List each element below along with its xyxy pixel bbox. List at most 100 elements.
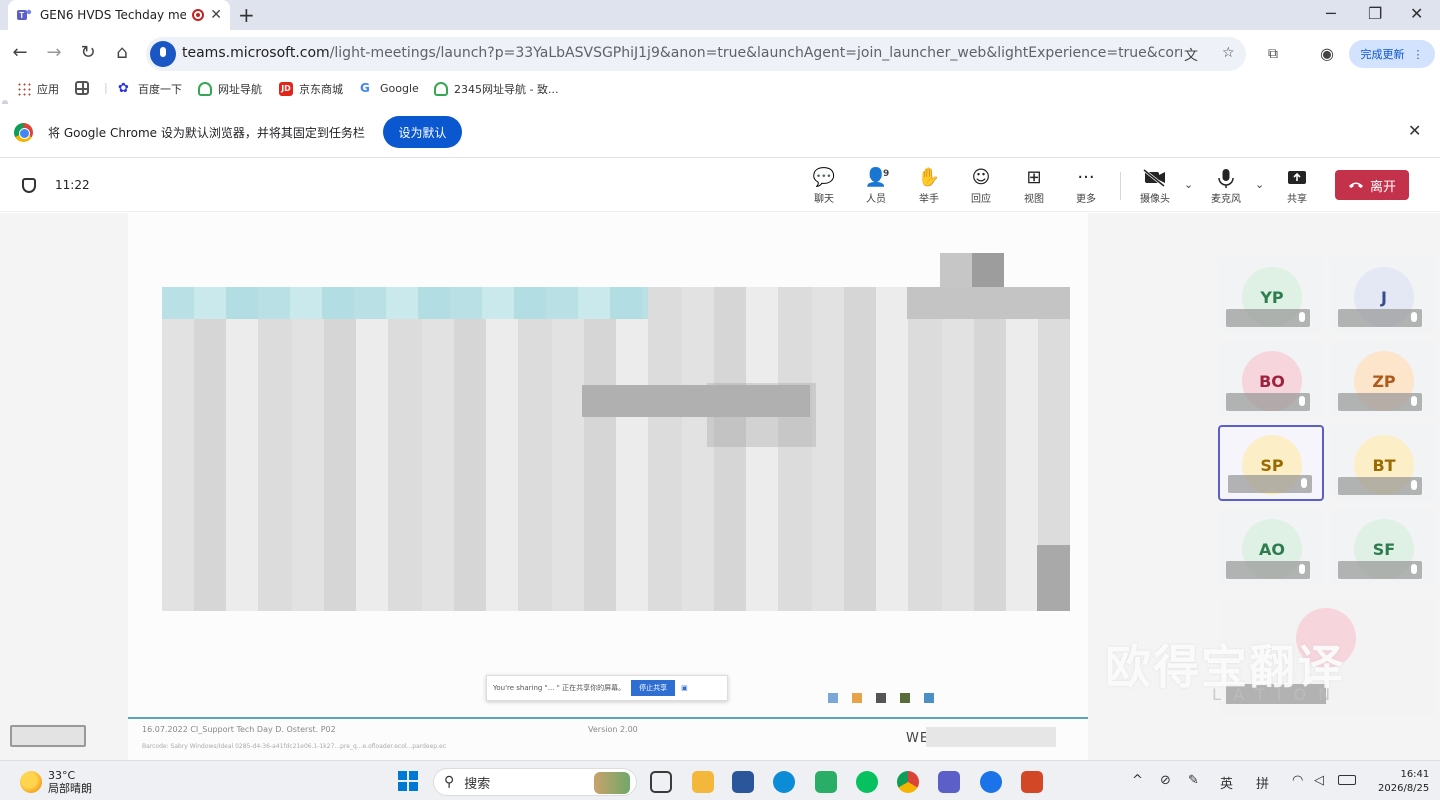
reload-button[interactable]: ↻ — [76, 42, 100, 63]
participant-tile[interactable]: BT — [1330, 425, 1436, 501]
temperature: 33°C — [48, 769, 76, 782]
set-default-button[interactable]: 设为默认 — [383, 116, 462, 148]
mic-muted-icon — [1299, 564, 1305, 574]
camera-off-icon — [1143, 168, 1165, 188]
search-icon: ⚲ — [444, 774, 455, 790]
apps-grid-icon — [17, 82, 31, 96]
camera-button[interactable]: 摄像头 — [1133, 166, 1177, 205]
google-icon: G — [360, 81, 370, 95]
camera-options-chevron-icon[interactable]: ⌄ — [1184, 178, 1193, 191]
site-permission-icon[interactable] — [150, 41, 176, 67]
view-grid-icon: ⊞ — [1026, 167, 1042, 188]
taskbar-search[interactable]: ⚲ 搜索 — [433, 768, 637, 796]
edge-icon[interactable] — [773, 771, 795, 793]
thumbnail-icon — [852, 693, 862, 703]
hide-notice-icon[interactable]: ▣ — [681, 684, 688, 692]
thumbnail-icon — [900, 693, 910, 703]
translate-icon[interactable]: 文 — [1184, 45, 1198, 65]
mic-button[interactable]: 麦克风 — [1204, 166, 1248, 205]
browser-tab[interactable]: T GEN6 HVDS Techday me ✕ — [8, 0, 230, 30]
restore-button[interactable]: ❐ — [1368, 4, 1382, 23]
view-button[interactable]: ⊞ 视图 — [1012, 166, 1056, 205]
input-language[interactable]: 英 — [1220, 773, 1233, 792]
bookmark-2345[interactable]: 2345网址导航 - 致... — [434, 81, 558, 97]
weather-widget[interactable]: 33°C 局部晴朗 — [20, 769, 92, 795]
more-button[interactable]: ··· 更多 — [1064, 166, 1108, 205]
ime-mode[interactable]: 拼 — [1256, 773, 1269, 792]
teams-favicon-icon: T — [17, 9, 32, 20]
raise-hand-button[interactable]: ✋ 举手 — [907, 166, 951, 205]
file-explorer-icon[interactable] — [692, 771, 714, 793]
sharing-notice: You're sharing "... " 正在共享你的屏幕。 停止共享 ▣ — [486, 675, 728, 701]
bookmark-star-icon[interactable]: ☆ — [1222, 45, 1235, 61]
back-button[interactable]: ← — [8, 42, 32, 63]
watermark-subtext: LATION — [1212, 685, 1343, 704]
bookmark-nav[interactable]: 网址导航 — [198, 81, 262, 97]
participant-tile[interactable]: BO — [1218, 341, 1324, 417]
thumbnail-icon — [828, 693, 838, 703]
home-button[interactable]: ⌂ — [110, 42, 134, 63]
participant-name-blurred — [1338, 393, 1422, 411]
chat-button[interactable]: 💬 聊天 — [802, 166, 846, 205]
start-button[interactable] — [398, 771, 418, 791]
jd-icon: JD — [279, 82, 293, 96]
infobar-message: 将 Google Chrome 设为默认浏览器，并将其固定到任务栏 — [48, 126, 365, 140]
bookmark-apps[interactable]: 应用 — [17, 81, 59, 97]
stop-sharing-button[interactable]: 停止共享 — [631, 680, 676, 696]
wechat-work-icon[interactable] — [815, 771, 837, 793]
infobar-close-icon[interactable]: ✕ — [1408, 121, 1421, 140]
volume-icon[interactable]: ◁ — [1314, 773, 1324, 788]
minimize-button[interactable]: ─ — [1326, 4, 1336, 23]
participant-tile[interactable]: ZP — [1330, 341, 1436, 417]
powerpoint-icon[interactable] — [1021, 771, 1043, 793]
address-bar[interactable]: teams.microsoft.com/light-meetings/launc… — [146, 37, 1246, 71]
bookmark-baidu[interactable]: ✿ 百度一下 — [118, 81, 182, 97]
bookmark-jd[interactable]: JD 京东商城 — [279, 81, 343, 97]
battery-icon[interactable] — [1338, 775, 1356, 785]
profile-icon[interactable]: ◉ — [1320, 44, 1334, 63]
system-clock[interactable]: 16:41 2026/8/25 — [1378, 768, 1429, 796]
pixelated-block — [940, 253, 972, 287]
tab-close-icon[interactable]: ✕ — [210, 7, 222, 23]
minimized-window[interactable] — [10, 725, 86, 747]
new-tab-button[interactable]: + — [238, 3, 255, 27]
mic-muted-icon — [1301, 478, 1307, 488]
forward-button[interactable]: → — [42, 42, 66, 63]
wifi-icon[interactable]: ◠ — [1292, 773, 1303, 788]
word-icon[interactable] — [732, 771, 754, 793]
participant-tile[interactable]: SF — [1330, 509, 1436, 585]
mic-options-chevron-icon[interactable]: ⌄ — [1255, 178, 1264, 191]
bookmark-google[interactable]: G Google — [360, 81, 419, 95]
network-off-icon[interactable]: ⊘ — [1160, 773, 1171, 788]
task-view-icon[interactable] — [650, 771, 672, 793]
leave-button[interactable]: 离开 — [1335, 170, 1409, 200]
people-button[interactable]: 👤 9 人员 — [854, 166, 898, 205]
react-button[interactable]: ☺ 回应 — [959, 166, 1003, 205]
chrome-icon[interactable] — [897, 771, 919, 793]
participant-tile-active-speaker[interactable]: SP — [1218, 425, 1324, 501]
weather-condition: 局部晴朗 — [48, 782, 92, 795]
participant-tile[interactable]: AO — [1218, 509, 1324, 585]
share-button[interactable]: 共享 — [1275, 166, 1319, 205]
wechat-icon[interactable] — [856, 771, 878, 793]
pixelated-block — [907, 287, 1070, 319]
slide-footer: 16.07.2022 CI_Support Tech Day D. Osters… — [128, 717, 1088, 760]
participant-tile[interactable]: YP — [1218, 257, 1324, 333]
dictionary-icon[interactable] — [980, 771, 1002, 793]
hand-icon: ✋ — [917, 167, 941, 188]
thumbnail-icon — [876, 693, 886, 703]
url-text[interactable]: teams.microsoft.com/light-meetings/launc… — [182, 45, 1182, 61]
participant-tile[interactable]: J — [1330, 257, 1436, 333]
shield-icon[interactable] — [22, 178, 36, 193]
browser-toolbar: ← → ↻ ⌂ teams.microsoft.com/light-meetin… — [0, 30, 1440, 78]
teams-icon[interactable] — [938, 771, 960, 793]
meeting-control-bar: 11:22 💬 聊天 👤 9 人员 ✋ 举手 ☺ 回应 ⊞ 视图 ··· 更多 … — [0, 160, 1440, 212]
cast-icon[interactable]: ⧉ — [1268, 46, 1278, 62]
shared-taskbar-thumbnails — [828, 693, 934, 703]
bookmark-grid[interactable] — [75, 81, 89, 95]
pen-icon[interactable]: ✎ — [1188, 773, 1199, 788]
close-window-button[interactable]: ✕ — [1410, 4, 1423, 23]
update-button[interactable]: 完成更新 ⋮ — [1349, 40, 1435, 68]
default-browser-infobar: 将 Google Chrome 设为默认浏览器，并将其固定到任务栏 设为默认 ✕ — [0, 104, 1440, 158]
tray-overflow-icon[interactable]: ^ — [1132, 773, 1143, 788]
